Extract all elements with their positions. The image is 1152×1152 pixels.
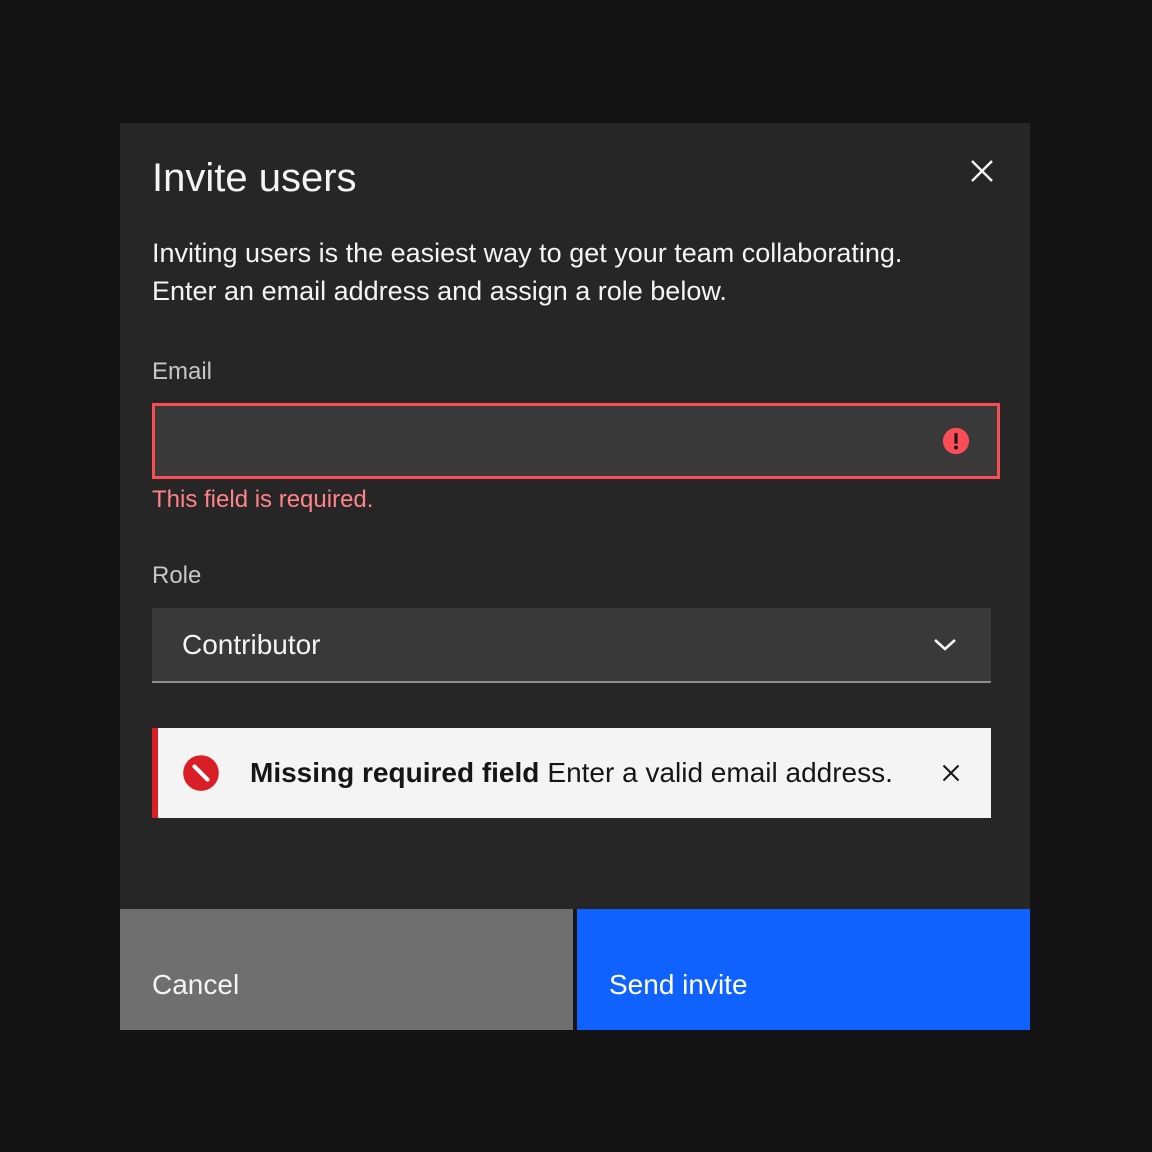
role-dropdown-value: Contributor (182, 629, 321, 661)
email-error-message: This field is required. (152, 487, 991, 513)
role-label: Role (152, 563, 991, 589)
modal-description-line2: Enter an email address and assign a role… (152, 272, 991, 310)
modal-title: Invite users (152, 156, 998, 200)
chevron-down-icon (933, 638, 957, 652)
modal-footer: Cancel Send invite (120, 909, 1030, 1030)
send-invite-button[interactable]: Send invite (577, 909, 1030, 1030)
modal-header: Invite users (120, 123, 1030, 200)
notification-message: Enter a valid email address. (547, 757, 893, 788)
misuse-icon (182, 754, 220, 792)
close-icon (942, 764, 960, 782)
email-field-wrapper (152, 403, 1000, 479)
error-notification: Missing required field Enter a valid emai… (152, 728, 991, 818)
close-icon (970, 159, 994, 183)
modal-description-line1: Inviting users is the easiest way to get… (152, 234, 991, 272)
notification-title: Missing required field (250, 757, 539, 788)
role-dropdown[interactable]: Contributor (152, 608, 991, 683)
modal-close-button[interactable] (958, 147, 1006, 195)
invite-users-modal: Invite users Inviting users is the easie… (120, 123, 1030, 1030)
notification-text: Missing required field Enter a valid emai… (250, 756, 893, 790)
cancel-button[interactable]: Cancel (120, 909, 573, 1030)
modal-body: Inviting users is the easiest way to get… (120, 234, 1030, 818)
modal-description: Inviting users is the easiest way to get… (152, 234, 991, 310)
email-input[interactable] (152, 403, 1000, 479)
email-label: Email (152, 359, 991, 385)
notification-close-button[interactable] (927, 749, 975, 797)
